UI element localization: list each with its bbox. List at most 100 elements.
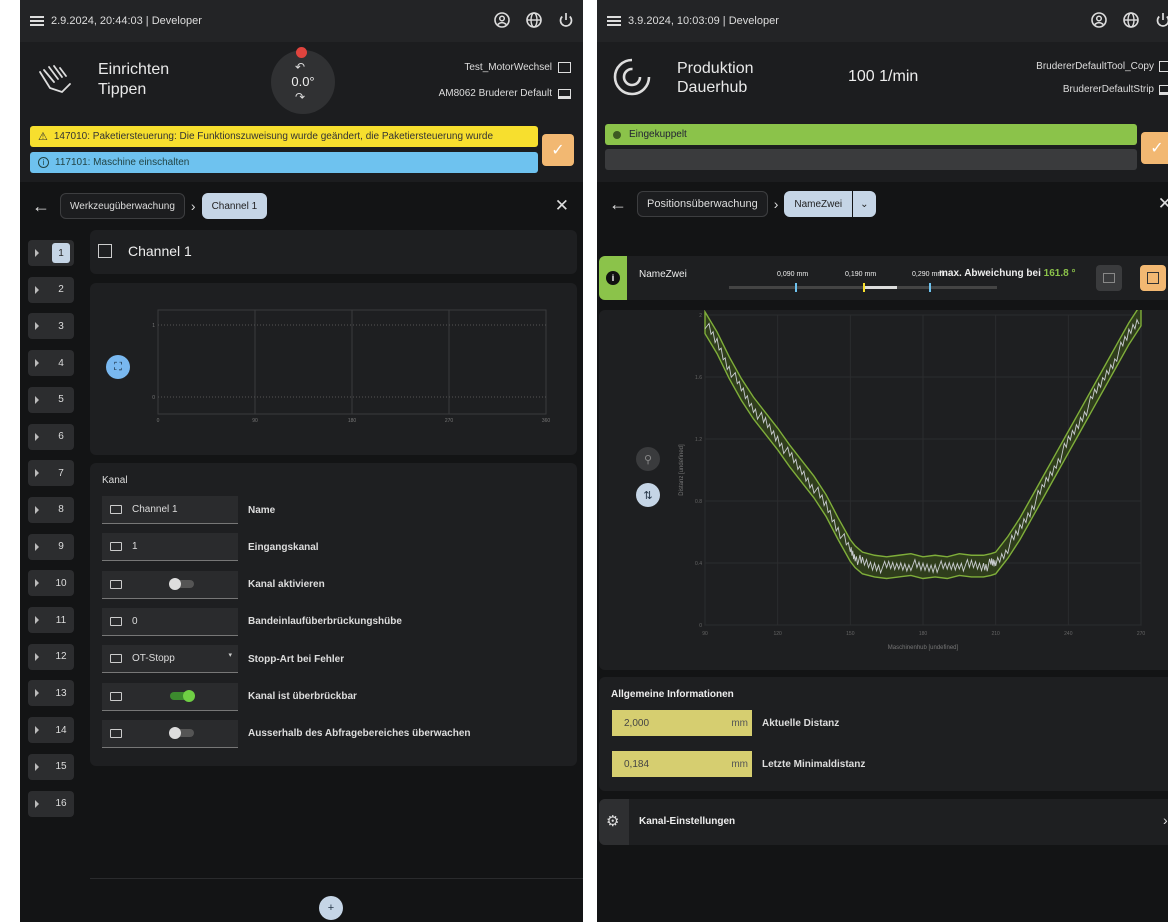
channel-tab[interactable]: 9 — [28, 533, 74, 560]
channel-tab[interactable]: 4 — [28, 350, 74, 377]
power-icon[interactable] — [557, 11, 575, 29]
monitor-icon — [110, 505, 122, 514]
rotate-down-icon: ↷ — [295, 90, 306, 104]
channel-tab[interactable]: 12 — [28, 643, 74, 670]
toggle-switch[interactable] — [170, 690, 195, 702]
channel-tab[interactable]: 13 — [28, 680, 74, 707]
channel-tab-number: 7 — [58, 467, 64, 479]
input-field[interactable]: 1 — [102, 533, 238, 562]
close-icon[interactable]: ✕ — [1158, 194, 1168, 214]
channel-tab-number: 1 — [52, 243, 70, 263]
input-field[interactable]: OT-Stopp ▾ — [102, 645, 238, 674]
info-name: NameZwei — [639, 269, 687, 280]
user-icon[interactable] — [493, 11, 511, 29]
caret-right-icon — [35, 469, 39, 478]
crumb-channel[interactable]: Channel 1 — [201, 193, 268, 219]
back-arrow-icon[interactable]: ← — [32, 196, 50, 217]
channel-tab[interactable]: 2 — [28, 276, 74, 303]
acknowledge-button[interactable]: ✓ — [1141, 132, 1168, 164]
status-bar: Eingekuppelt — [605, 124, 1137, 145]
channel-tab-number: 5 — [58, 394, 64, 406]
info-alert[interactable]: i 117101: Maschine einschalten — [30, 152, 538, 173]
speed-value: 100 1/min — [848, 68, 919, 85]
channel-tab[interactable]: 7 — [28, 460, 74, 487]
field-value: OT-Stopp — [132, 653, 175, 665]
channel-tab[interactable]: 3 — [28, 313, 74, 340]
view-toggle-button[interactable] — [1096, 265, 1122, 291]
channel-icon — [98, 244, 112, 258]
check-icon: ✓ — [1150, 140, 1164, 157]
angle-dial[interactable]: ↶ 0.0° ↷ — [271, 50, 335, 114]
caret-right-icon — [35, 359, 39, 368]
channel-tab[interactable]: 15 — [28, 753, 74, 780]
mode-line2: Dauerhub — [677, 79, 748, 96]
toggle-field[interactable] — [102, 682, 238, 711]
strip-name: AM8062 Bruderer Default — [439, 88, 571, 99]
channel-tab[interactable]: 10 — [28, 570, 74, 597]
channel-tab[interactable]: 5 — [28, 386, 74, 413]
channel-tab[interactable]: 11 — [28, 607, 74, 633]
toggle-field[interactable] — [102, 719, 238, 748]
series-line — [704, 318, 1140, 575]
field-label: Stopp-Art bei Fehler — [248, 653, 345, 665]
aktuelle-distanz-row: 2,000 mm Aktuelle Distanz — [612, 710, 839, 736]
channel-tab-number: 12 — [55, 651, 67, 663]
input-field[interactable]: Channel 1 — [102, 496, 238, 524]
channel-tab[interactable]: 14 — [28, 717, 74, 744]
field-label: Kanal aktivieren — [248, 579, 325, 591]
crumb-positionsueberwachung[interactable]: Positionsüberwachung — [637, 191, 768, 217]
letzte-minimaldistanz-field[interactable]: 0,184 mm — [612, 751, 752, 777]
warning-alert[interactable]: ⚠ 147010: Paketiersteuerung: Die Funktion… — [30, 126, 538, 147]
x-tick-label: 270 — [445, 418, 454, 424]
strip-icon — [1159, 84, 1168, 95]
hand-icon — [36, 62, 76, 103]
x-tick-label: 180 — [348, 418, 357, 424]
power-icon[interactable] — [1154, 11, 1168, 29]
channel-title-panel: Channel 1 — [90, 230, 577, 274]
channel-tab[interactable]: 6 — [28, 423, 74, 450]
warning-icon: ⚠ — [38, 131, 48, 143]
toggle-switch[interactable] — [169, 578, 194, 591]
x-tick-label: 360 — [542, 418, 551, 424]
channel-tab[interactable]: 8 — [28, 496, 74, 523]
input-field[interactable]: 0 — [102, 607, 238, 636]
expand-horizontal-icon — [1103, 273, 1115, 283]
channel-tab[interactable]: 1 — [28, 240, 74, 266]
export-button[interactable] — [1140, 265, 1166, 291]
dropdown-caret-icon: ▾ — [228, 652, 232, 660]
field-label: Kanal ist überbrückbar — [248, 691, 357, 702]
channel-tab[interactable]: 16 — [28, 790, 74, 817]
kanal-einstellungen-row[interactable]: ⚙ Kanal-Einstellungen › — [599, 799, 1168, 845]
toggle-field[interactable] — [102, 570, 238, 599]
status-bar-empty — [605, 149, 1137, 170]
info-icon: i — [606, 271, 620, 285]
menu-icon[interactable] — [607, 16, 621, 26]
allgemeine-title: Allgemeine Informationen — [611, 689, 734, 700]
kanal-field-row: Kanal ist überbrückbar — [102, 682, 357, 712]
user-icon[interactable] — [1090, 11, 1108, 29]
document-icon — [1147, 272, 1159, 284]
add-button[interactable]: + — [319, 896, 343, 920]
caret-right-icon — [35, 285, 39, 294]
crumb-dropdown[interactable]: ⌄ — [853, 191, 876, 217]
mode-line1: Produktion — [677, 60, 754, 77]
kanal-field-row: Channel 1 Name — [102, 495, 275, 525]
tool-icon — [558, 62, 571, 73]
max-deviation: max. Abweichung bei 161.8 ° — [939, 268, 1076, 279]
acknowledge-button[interactable]: ✓ — [542, 134, 574, 166]
machine-header: Einrichten Tippen ↶ 0.0° ↷ Test_MotorWec… — [20, 42, 583, 182]
monitor-icon — [110, 654, 122, 664]
close-icon[interactable]: ✕ — [555, 196, 569, 216]
kanal-einstellungen-label: Kanal-Einstellungen — [639, 816, 736, 827]
tool-icon — [1159, 61, 1168, 72]
globe-icon[interactable] — [1122, 11, 1140, 29]
channel-tab-number: 4 — [58, 357, 64, 369]
back-arrow-icon[interactable]: ← — [609, 194, 627, 215]
aktuelle-distanz-field[interactable]: 2,000 mm — [612, 710, 752, 736]
crumb-werkzeugueberwachung[interactable]: Werkzeugüberwachung — [60, 193, 185, 219]
toggle-switch[interactable] — [169, 727, 194, 740]
globe-icon[interactable] — [525, 11, 543, 29]
menu-icon[interactable] — [30, 16, 44, 26]
crumb-namezwei[interactable]: NameZwei — [784, 191, 853, 217]
y-tick-label: 1.2 — [695, 437, 702, 443]
